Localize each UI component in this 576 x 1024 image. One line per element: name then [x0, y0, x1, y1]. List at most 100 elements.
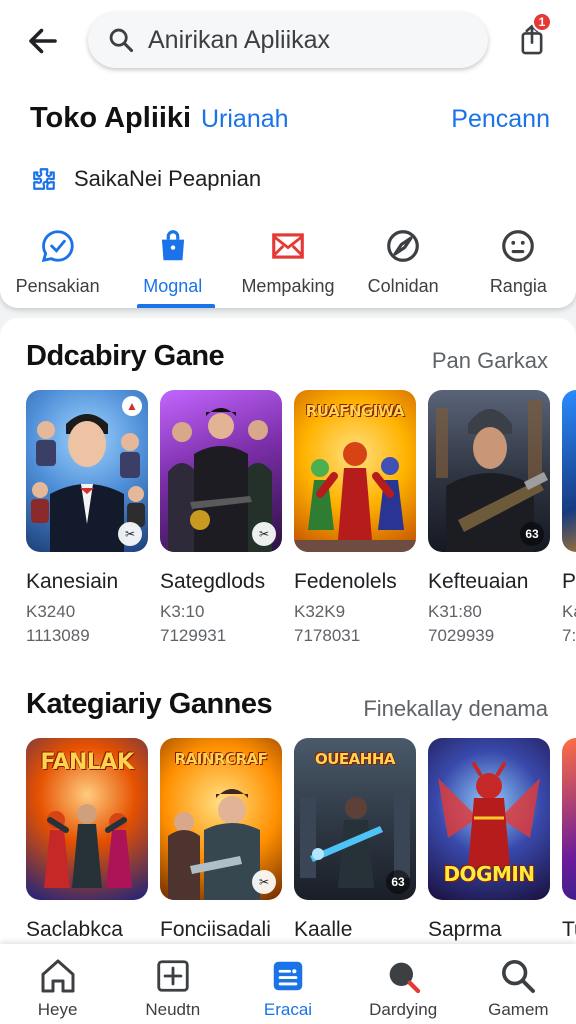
app-meta-line2: 7029939 — [428, 626, 495, 645]
nav-item-active[interactable]: Eracai — [230, 944, 345, 1024]
app-thumbnail — [562, 390, 576, 552]
back-button[interactable] — [22, 20, 64, 62]
app-meta-line2: 7129931 — [160, 626, 227, 645]
app-thumbnail: OUEAHHA 63 — [294, 738, 416, 900]
section-see-more-link[interactable]: Pan Garkax — [432, 348, 548, 374]
tab-label: Colnidan — [367, 276, 439, 296]
app-name: Keftеuaian — [428, 570, 529, 593]
app-name: Saprma — [428, 918, 502, 941]
app-row-1: ▲ ✂ Kanesiain K3240 1113089 ✂ Sategdlods… — [26, 390, 576, 648]
notification-badge: 1 — [532, 12, 552, 32]
nav-label: Dardying — [369, 1000, 438, 1019]
tab-mempaking[interactable]: Mempaking — [230, 222, 345, 308]
nav-label: Neudtn — [145, 1000, 201, 1019]
active-tab-indicator — [137, 304, 216, 308]
poster-title: DOGMIN — [443, 862, 535, 886]
poster-title: RUAFNGIWA — [305, 402, 405, 420]
section-title: Kategiariy Gannes — [26, 688, 273, 720]
app-meta-line1: Ka — [562, 602, 576, 621]
app-card[interactable]: 63 Keftеuaian K31:80 7029939 — [428, 390, 550, 648]
app-thumbnail: ▲ ✂ — [26, 390, 148, 552]
app-card[interactable]: Pl Ka 7: — [562, 390, 576, 648]
nav-item-dardying[interactable]: Dardying — [346, 944, 461, 1024]
nav-label: Heye — [37, 1000, 78, 1019]
app-thumbnail: RAINRCRAF ✂ — [160, 738, 282, 900]
top-app-area: Anirikan Apliikax 1 Toko Apliiki Urianah… — [0, 0, 576, 308]
home-icon — [36, 954, 80, 998]
app-card[interactable]: ▲ ✂ Kanesiain K3240 1113089 — [26, 390, 148, 648]
tab-label: Rangia — [489, 276, 547, 296]
app-name: Fonciisadali — [160, 918, 271, 941]
tab-mognal[interactable]: Mognal — [115, 222, 230, 308]
main-content: Ddcabiry Gane Pan Garkax ▲ ✂ Kanesiain K… — [0, 318, 576, 958]
tab-label: Mognal — [143, 276, 203, 296]
app-card[interactable]: FANLAK Saclabkca — [26, 738, 148, 942]
app-card[interactable]: ✂ Sategdlods K3:10 7129931 — [160, 390, 282, 648]
nav-item-games[interactable]: Gamem — [461, 944, 576, 1024]
section-title: Ddcabiry Gane — [26, 340, 225, 372]
compass-icon — [383, 226, 423, 266]
poster-title: OUEAHHA — [314, 750, 396, 768]
app-name: Pl — [562, 570, 576, 593]
app-name: Fedenolels — [294, 570, 397, 593]
app-thumbnail: RUAFNGIWA — [294, 390, 416, 552]
search-icon — [496, 954, 540, 998]
nav-item-new[interactable]: Neudtn — [115, 944, 230, 1024]
mail-icon — [268, 226, 308, 266]
app-name: Kanesiain — [26, 570, 119, 593]
app-thumbnail: DOGMIN — [428, 738, 550, 900]
arrow-left-icon — [29, 28, 57, 54]
page-title: Toko Apliiki — [30, 102, 192, 134]
app-card[interactable]: DOGMIN Saprma — [428, 738, 550, 942]
search-input[interactable]: Anirikan Apliikax — [148, 26, 330, 55]
app-thumbnail: 63 — [428, 390, 550, 552]
alert-icon: ▲ — [122, 396, 142, 416]
puzzle-icon — [30, 165, 58, 193]
face-icon — [498, 226, 538, 266]
header-right-link[interactable]: Pencann — [451, 105, 550, 134]
category-tabs: Pensakian Mognal Mempaking Colnidan Rang… — [0, 222, 576, 308]
rating-badge: 63 — [386, 870, 410, 894]
shopping-bag-icon — [153, 226, 193, 266]
app-card[interactable]: RUAFNGIWA Fedenolels K32K9 7178031 — [294, 390, 416, 648]
app-thumbnail: FANLAK — [26, 738, 148, 900]
app-meta-line1: K31:80 — [428, 602, 482, 621]
search-icon — [106, 25, 136, 55]
tools-icon: ✂ — [118, 522, 142, 546]
page-subtitle-link[interactable]: Urianah — [201, 105, 289, 134]
app-meta-line1: K3:10 — [160, 602, 205, 621]
app-card[interactable]: RAINRCRAF ✂ Fonciisadali — [160, 738, 282, 942]
app-name: Sategdlods — [160, 570, 266, 593]
app-meta-line1: K3240 — [26, 602, 76, 621]
nav-label: Eracai — [263, 1000, 313, 1019]
tab-label: Pensakian — [15, 276, 100, 296]
search-bar[interactable]: Anirikan Apliikax — [88, 12, 488, 68]
tab-rangia[interactable]: Rangia — [461, 222, 576, 308]
app-name: Kaalle — [294, 918, 353, 941]
app-meta-line2: 7: — [562, 626, 576, 645]
app-card[interactable]: OUEAHHA 63 Kaalle — [294, 738, 416, 942]
section-see-more-link[interactable]: Finekallay denama — [363, 696, 548, 722]
app-thumbnail: ✂ — [160, 390, 282, 552]
nav-item-home[interactable]: Heye — [0, 944, 115, 1024]
bottom-navigation: Heye Neudtn Eracai Dardying Gamem — [0, 944, 576, 1024]
app-name: Saclabkca — [26, 918, 123, 941]
tools-icon: ✂ — [252, 522, 276, 546]
nav-label: Gamem — [488, 1000, 549, 1019]
tab-colnidan[interactable]: Colnidan — [346, 222, 461, 308]
poster-title: FANLAK — [40, 750, 134, 775]
rating-badge: 63 — [520, 522, 544, 546]
promo-text: SaikaNei Peapnian — [74, 166, 262, 191]
tools-icon: ✂ — [252, 870, 276, 894]
app-thumbnail — [562, 738, 576, 900]
app-meta-line2: 7178031 — [294, 626, 361, 645]
app-meta-line2: 1113089 — [26, 626, 90, 645]
tab-label: Mempaking — [241, 276, 335, 296]
list-icon — [266, 954, 310, 998]
add-box-icon — [151, 954, 195, 998]
app-card[interactable]: Tu — [562, 738, 576, 942]
tab-pensakian[interactable]: Pensakian — [0, 222, 115, 308]
promo-row[interactable]: SaikaNei Peapnian — [30, 165, 261, 193]
app-row-2: FANLAK Saclabkca RAINRCRAF ✂ Fonciisadal… — [26, 738, 576, 942]
share-button[interactable]: 1 — [508, 12, 556, 64]
